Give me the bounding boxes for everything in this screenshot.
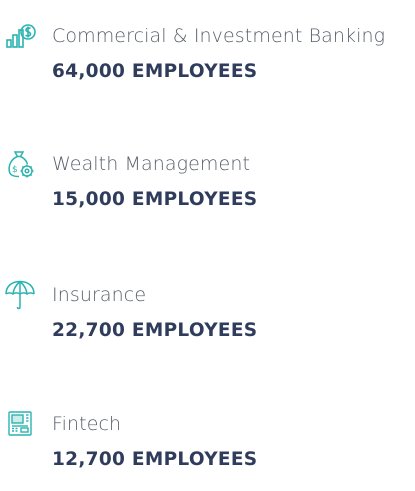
employee-count: 15,000 EMPLOYEES <box>52 189 258 210</box>
sector-name: Commercial & Investment Banking <box>52 25 386 47</box>
atm-terminal-icon <box>0 410 40 438</box>
svg-text:$: $ <box>12 165 18 175</box>
sector-name: Fintech <box>52 413 122 435</box>
sector-name: Wealth Management <box>52 153 251 175</box>
employee-count: 22,700 EMPLOYEES <box>52 320 258 341</box>
umbrella-icon <box>0 280 40 310</box>
money-bag-gear-icon: $ <box>0 150 40 178</box>
employee-count: 64,000 EMPLOYEES <box>52 61 258 82</box>
employee-count: 12,700 EMPLOYEES <box>52 449 258 470</box>
sector-name: Insurance <box>52 284 147 306</box>
chart-dollar-icon <box>0 22 40 50</box>
